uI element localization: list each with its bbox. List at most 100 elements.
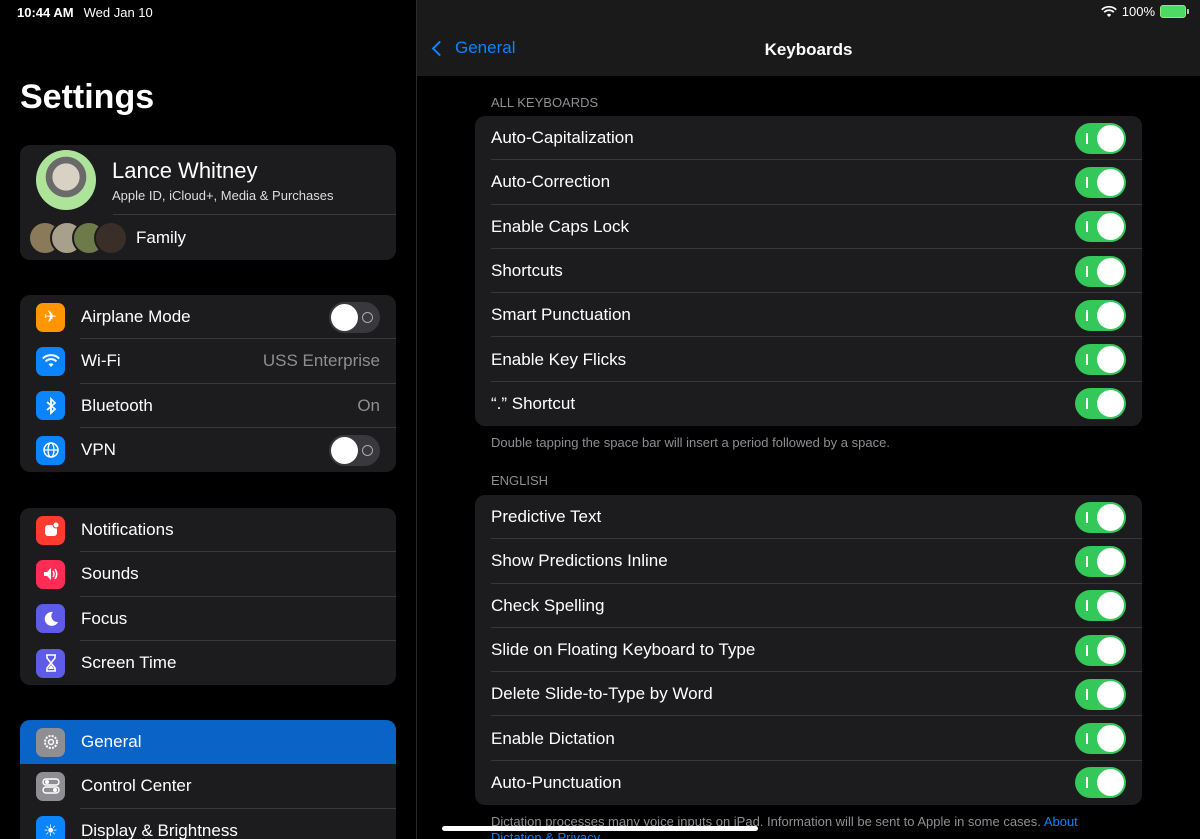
setting-label: Slide on Floating Keyboard to Type bbox=[491, 640, 756, 660]
sidebar-item-label: Display & Brightness bbox=[81, 820, 238, 839]
setting-label: Show Predictions Inline bbox=[491, 551, 668, 571]
setting-label: Predictive Text bbox=[491, 507, 602, 527]
sidebar-item-label: Focus bbox=[81, 608, 128, 628]
setting-row-auto-capitalization[interactable]: Auto-Capitalization bbox=[475, 116, 1142, 161]
setting-label: Auto-Punctuation bbox=[491, 772, 622, 792]
vpn-toggle[interactable] bbox=[329, 434, 380, 466]
setting-row-auto-punctuation[interactable]: Auto-Punctuation bbox=[475, 761, 1142, 805]
notifications-icon bbox=[36, 515, 65, 545]
sidebar-item-bluetooth[interactable]: Bluetooth On bbox=[20, 384, 396, 429]
family-row[interactable]: Family bbox=[20, 215, 396, 260]
setting-label: Auto-Correction bbox=[491, 172, 611, 192]
page-title: Keyboards bbox=[764, 40, 853, 59]
attention-group: Notifications Sounds Focus Screen Time bbox=[20, 508, 396, 686]
sidebar-item-general[interactable]: General bbox=[20, 720, 396, 765]
bluetooth-icon bbox=[36, 391, 65, 421]
status-bar-left: 10:44 AM Wed Jan 10 bbox=[17, 5, 153, 20]
sidebar-item-focus[interactable]: Focus bbox=[20, 597, 396, 642]
sidebar-item-label: VPN bbox=[81, 440, 116, 460]
system-group: General Control Center ☀ Display & Brigh… bbox=[20, 720, 396, 839]
setting-toggle[interactable] bbox=[1075, 678, 1126, 710]
status-bar-right: 100% bbox=[1100, 4, 1189, 19]
english-group: Predictive Text Show Predictions Inline Ch… bbox=[475, 495, 1142, 806]
sidebar-item-label: Airplane Mode bbox=[81, 307, 191, 327]
sidebar-item-label: General bbox=[81, 732, 142, 752]
sidebar-item-label: Sounds bbox=[81, 564, 139, 584]
bluetooth-status-value: On bbox=[357, 395, 380, 415]
gear-icon bbox=[36, 727, 65, 757]
section-header-english: ENGLISH bbox=[491, 473, 549, 488]
setting-toggle[interactable] bbox=[1075, 590, 1126, 622]
setting-row-enable-key-flicks[interactable]: Enable Key Flicks bbox=[475, 337, 1142, 383]
family-label: Family bbox=[136, 227, 187, 247]
sidebar-item-display-brightness[interactable]: ☀ Display & Brightness bbox=[20, 809, 396, 839]
avatar bbox=[36, 150, 96, 210]
setting-toggle[interactable] bbox=[1075, 545, 1126, 577]
vpn-globe-icon bbox=[36, 435, 65, 465]
sounds-icon bbox=[36, 559, 65, 589]
sidebar-item-screen-time[interactable]: Screen Time bbox=[20, 641, 396, 685]
sidebar-item-label: Wi-Fi bbox=[81, 351, 121, 371]
setting-toggle[interactable] bbox=[1075, 122, 1126, 154]
setting-toggle[interactable] bbox=[1075, 166, 1126, 198]
airplane-mode-toggle[interactable] bbox=[329, 301, 380, 333]
setting-row-slide-on-floating-keyboard-to-type[interactable]: Slide on Floating Keyboard to Type bbox=[475, 628, 1142, 673]
apple-id-row[interactable]: Lance Whitney Apple ID, iCloud+, Media &… bbox=[20, 145, 396, 215]
status-time: 10:44 AM bbox=[17, 5, 74, 20]
wifi-icon bbox=[36, 346, 65, 376]
sidebar-item-wifi[interactable]: Wi-Fi USS Enterprise bbox=[20, 339, 396, 384]
section-header-all-keyboards: ALL KEYBOARDS bbox=[491, 95, 599, 110]
setting-toggle[interactable] bbox=[1075, 501, 1126, 533]
setting-row-enable-dictation[interactable]: Enable Dictation bbox=[475, 716, 1142, 762]
switches-icon bbox=[36, 771, 65, 801]
navigation-bar: General Keyboards bbox=[417, 0, 1200, 76]
moon-icon bbox=[36, 604, 65, 634]
setting-row-predictive-text[interactable]: Predictive Text bbox=[475, 495, 1142, 540]
setting-label: Enable Caps Lock bbox=[491, 216, 629, 236]
setting-row-delete-slide-to-type-by-word[interactable]: Delete Slide-to-Type by Word bbox=[475, 672, 1142, 717]
setting-toggle[interactable] bbox=[1075, 344, 1126, 376]
sidebar-item-label: Notifications bbox=[81, 520, 174, 540]
sidebar-item-vpn[interactable]: VPN bbox=[20, 428, 396, 472]
setting-toggle[interactable] bbox=[1075, 634, 1126, 666]
profile-name: Lance Whitney bbox=[112, 157, 258, 183]
all-keyboards-group: Auto-Capitalization Auto-Correction Enable… bbox=[475, 116, 1142, 427]
settings-sidebar: 10:44 AM Wed Jan 10 Settings Lance Whitn… bbox=[0, 0, 416, 839]
keyboards-detail-pane: General Keyboards ALL KEYBOARDS Auto-Cap… bbox=[417, 0, 1200, 839]
setting-row-shortcut[interactable]: “.” Shortcut bbox=[475, 382, 1142, 426]
battery-icon bbox=[1160, 5, 1189, 18]
setting-label: “.” Shortcut bbox=[491, 393, 576, 413]
setting-row-enable-caps-lock[interactable]: Enable Caps Lock bbox=[475, 205, 1142, 250]
battery-percentage: 100% bbox=[1121, 4, 1155, 19]
setting-toggle[interactable] bbox=[1075, 767, 1126, 799]
sidebar-item-airplane-mode[interactable]: ✈ Airplane Mode bbox=[20, 295, 396, 340]
sidebar-item-sounds[interactable]: Sounds bbox=[20, 552, 396, 597]
setting-row-shortcuts[interactable]: Shortcuts bbox=[475, 249, 1142, 294]
setting-label: Enable Key Flicks bbox=[491, 349, 627, 369]
sidebar-item-notifications[interactable]: Notifications bbox=[20, 508, 396, 553]
home-indicator[interactable] bbox=[442, 826, 758, 831]
sun-icon: ☀ bbox=[36, 816, 65, 839]
sidebar-item-label: Screen Time bbox=[81, 653, 177, 673]
setting-toggle[interactable] bbox=[1075, 255, 1126, 287]
profile-group: Lance Whitney Apple ID, iCloud+, Media &… bbox=[20, 145, 396, 260]
setting-label: Delete Slide-to-Type by Word bbox=[491, 684, 713, 704]
setting-label: Enable Dictation bbox=[491, 728, 615, 748]
status-date: Wed Jan 10 bbox=[83, 5, 153, 20]
airplane-icon: ✈ bbox=[36, 302, 65, 332]
setting-toggle[interactable] bbox=[1075, 299, 1126, 331]
sidebar-item-control-center[interactable]: Control Center bbox=[20, 764, 396, 809]
setting-label: Check Spelling bbox=[491, 595, 605, 615]
setting-row-check-spelling[interactable]: Check Spelling bbox=[475, 584, 1142, 629]
setting-row-smart-punctuation[interactable]: Smart Punctuation bbox=[475, 293, 1142, 338]
setting-row-show-predictions-inline[interactable]: Show Predictions Inline bbox=[475, 539, 1142, 584]
setting-row-auto-correction[interactable]: Auto-Correction bbox=[475, 160, 1142, 205]
setting-toggle[interactable] bbox=[1075, 388, 1126, 420]
setting-toggle[interactable] bbox=[1075, 723, 1126, 755]
setting-label: Smart Punctuation bbox=[491, 305, 631, 325]
setting-label: Auto-Capitalization bbox=[491, 128, 634, 148]
setting-toggle[interactable] bbox=[1075, 211, 1126, 243]
wifi-network-value: USS Enterprise bbox=[262, 351, 380, 371]
wifi-status-icon bbox=[1100, 5, 1117, 17]
connectivity-group: ✈ Airplane Mode Wi-Fi USS Enterprise Blu… bbox=[20, 295, 396, 473]
